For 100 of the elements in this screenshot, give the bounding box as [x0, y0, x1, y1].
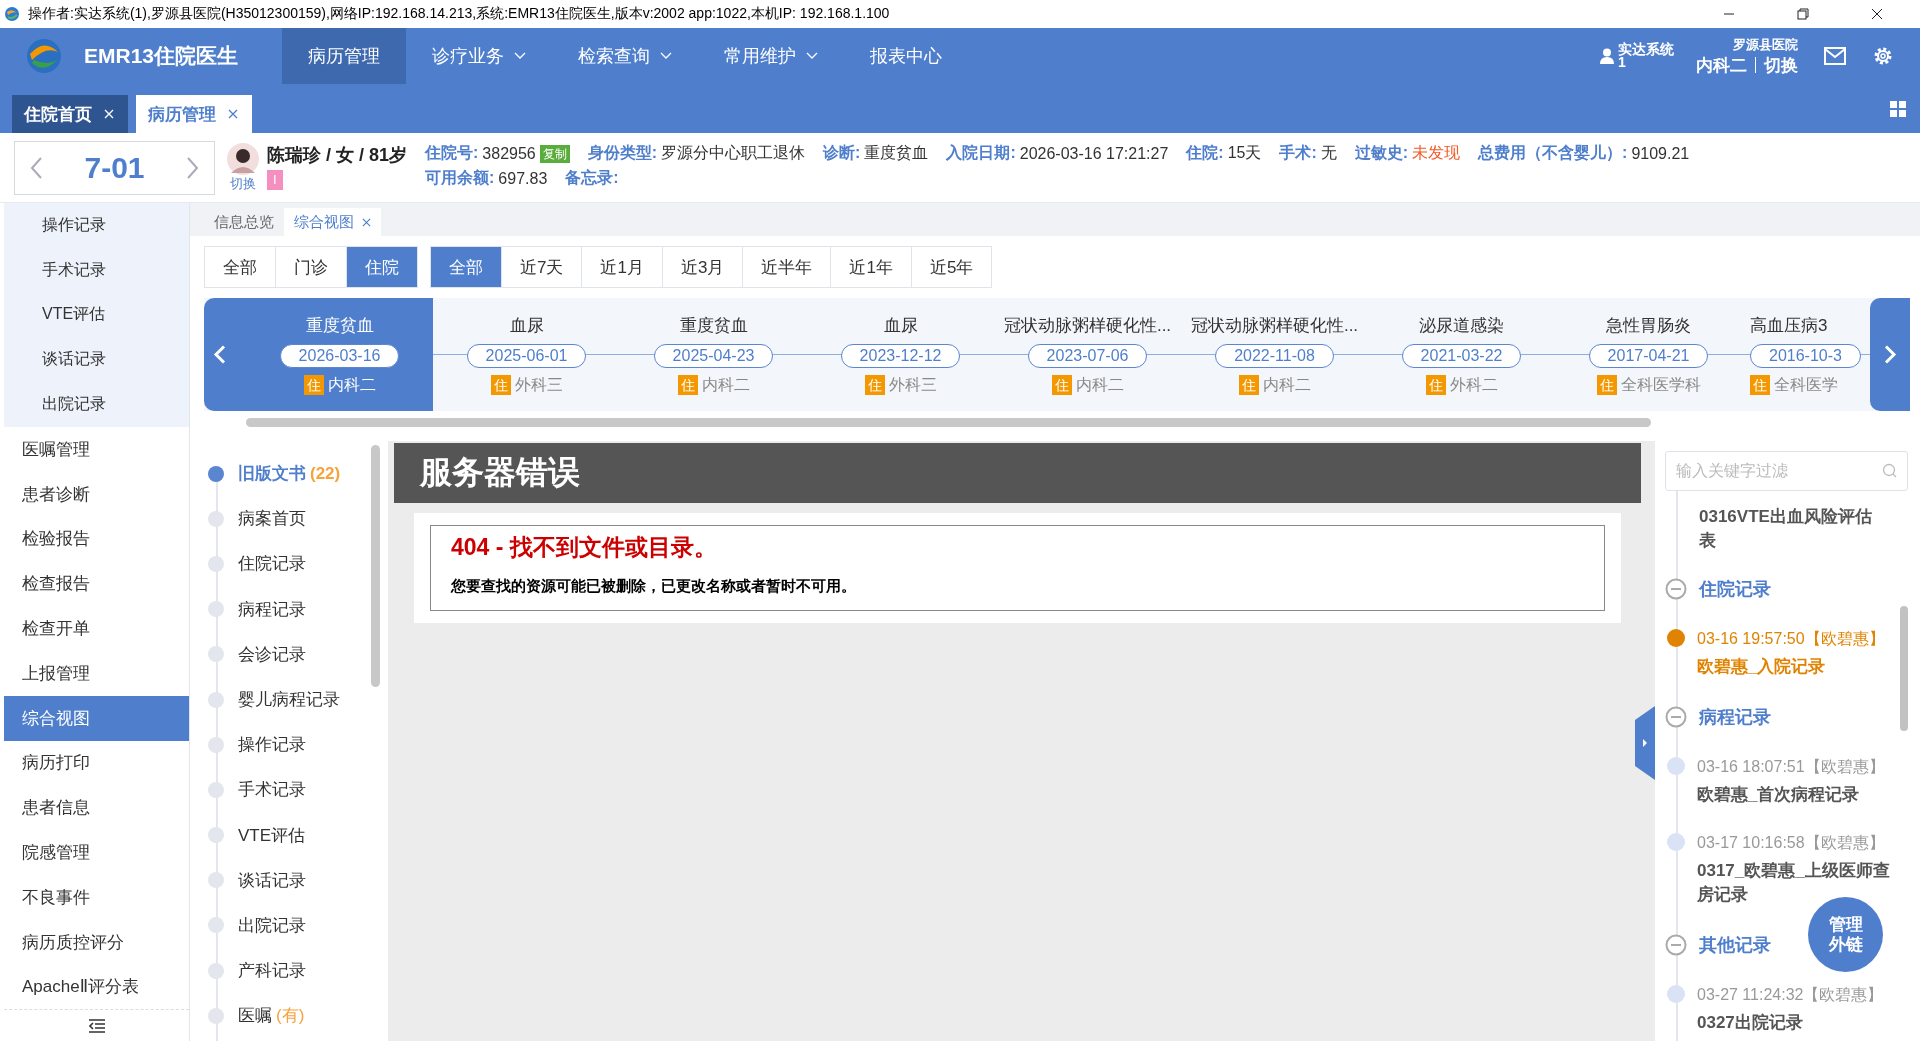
manage-links-button[interactable]: 管理外链: [1808, 897, 1883, 972]
record-title[interactable]: 0316VTE出血风险评估表: [1699, 505, 1879, 553]
collapse-arrow-icon[interactable]: [1635, 706, 1655, 780]
record-entry[interactable]: 03-27 11:24:32【欧碧惠】 0327出院记录: [1697, 983, 1897, 1035]
search-icon[interactable]: [1882, 463, 1898, 479]
document-category[interactable]: 手术记录: [208, 767, 388, 813]
field-value: 无: [1320, 143, 1337, 163]
filter-button[interactable]: 近1月: [581, 247, 662, 287]
window-title: 操作者:实达系统(1),罗源县医院(H35012300159),网络IP:192.168.14.213,系统:EMR13住院医生,版本v:2002 app:1022,本机IP: 192.168.1.100: [28, 5, 890, 23]
visit-department: 外科三: [888, 374, 937, 395]
collapse-menu-icon[interactable]: [88, 1018, 105, 1033]
record-entry[interactable]: 03-16 18:07:51【欧碧惠】 欧碧惠_首次病程记录: [1697, 755, 1897, 807]
document-category[interactable]: 会诊记录: [208, 631, 388, 677]
grid-icon[interactable]: [1890, 101, 1906, 117]
document-category[interactable]: VTE评估: [208, 812, 388, 858]
document-category[interactable]: 住院记录: [208, 541, 388, 587]
chevron-right-icon[interactable]: [186, 155, 200, 180]
document-category[interactable]: 旧版文书 (22): [208, 451, 388, 497]
chevron-left-icon[interactable]: [29, 155, 43, 180]
filter-button[interactable]: 近1年: [830, 247, 911, 287]
document-category[interactable]: 产科记录: [208, 948, 388, 994]
scrollbar[interactable]: [246, 418, 1651, 427]
visit-diagnosis: 泌尿道感染: [1419, 314, 1504, 337]
close-icon[interactable]: [228, 109, 238, 119]
minus-circle-icon[interactable]: [1665, 706, 1687, 728]
nav-menu-item[interactable]: 诊疗业务: [406, 28, 553, 84]
filter-button[interactable]: 全部: [205, 247, 275, 287]
visit-card[interactable]: 重度贫血 2025-04-23 住 内科二: [620, 298, 807, 411]
nav-menu-item[interactable]: 检索查询: [552, 28, 699, 84]
visit-date: 2016-10-3: [1750, 343, 1861, 368]
visit-date: 2017-04-21: [1588, 343, 1709, 368]
minus-circle-icon[interactable]: [1665, 934, 1687, 956]
sidebar-item[interactable]: VTE评估: [4, 292, 189, 338]
visit-card[interactable]: 急性胃肠炎 2017-04-21 住 全科医学科: [1555, 298, 1742, 411]
visit-card[interactable]: 冠状动脉粥样硬化性... 2022-11-08 住 内科二: [1181, 298, 1368, 411]
patient-tag: I: [267, 170, 283, 190]
field-value: 罗源分中心职工退休: [661, 143, 806, 163]
sub-tab[interactable]: 信息总览: [204, 208, 284, 236]
record-group-title[interactable]: 住院记录: [1699, 577, 1771, 601]
visit-card[interactable]: 血尿 2023-12-12 住 外科三: [807, 298, 994, 411]
filter-button[interactable]: 近半年: [742, 247, 831, 287]
sidebar-item[interactable]: 手术记录: [4, 247, 189, 293]
document-category[interactable]: 病程记录: [208, 586, 388, 632]
visit-diagnosis: 重度贫血: [679, 314, 748, 337]
visit-type-badge: 住: [1238, 375, 1259, 395]
visit-card[interactable]: 血尿 2025-06-01 住 外科三: [433, 298, 620, 411]
nav-menu-item[interactable]: 报表中心: [844, 28, 969, 84]
visit-type-badge: 住: [303, 375, 324, 395]
record-group-title[interactable]: 病程记录: [1699, 705, 1771, 729]
field-label: 诊断:: [823, 143, 861, 163]
filter-button[interactable]: 住院: [346, 247, 417, 287]
visit-department: 内科二: [701, 374, 750, 395]
scrollbar[interactable]: [371, 445, 380, 687]
search-field[interactable]: 输入关键字过滤: [1665, 451, 1908, 491]
filter-button[interactable]: 近3月: [661, 247, 743, 287]
document-category[interactable]: 谈话记录: [208, 857, 388, 903]
department-name: 内科二: [1696, 54, 1747, 77]
scrollbar[interactable]: [1900, 606, 1908, 731]
visit-card[interactable]: 重度贫血 2026-03-16 住 内科二: [246, 298, 433, 411]
error-title: 404 - 找不到文件或目录。: [451, 533, 718, 562]
nav-menu-item[interactable]: 常用维护: [698, 28, 845, 84]
visit-diagnosis: 血尿: [883, 314, 918, 337]
nav-menu-item[interactable]: 病历管理: [282, 28, 407, 84]
visit-date: 2025-04-23: [653, 343, 774, 368]
visit-type-badge: 住: [490, 375, 511, 395]
sub-tab[interactable]: 综合视图: [284, 208, 381, 236]
visit-card[interactable]: 冠状动脉粥样硬化性... 2023-07-06 住 内科二: [994, 298, 1181, 411]
visit-card[interactable]: 泌尿道感染 2021-03-22 住 外科二: [1368, 298, 1555, 411]
filter-button[interactable]: 近7天: [501, 247, 582, 287]
sidebar-item[interactable]: 出院记录: [4, 382, 189, 427]
filter-button[interactable]: 全部: [431, 247, 501, 287]
chevron-left-icon[interactable]: [204, 298, 246, 411]
visit-date: 2021-03-22: [1401, 343, 1522, 368]
page-tab[interactable]: 病历管理: [136, 95, 252, 133]
document-category[interactable]: 婴儿病程记录: [208, 676, 388, 723]
document-category[interactable]: 出院记录: [208, 902, 388, 949]
settings-icon[interactable]: [1872, 45, 1894, 67]
document-category[interactable]: 操作记录: [208, 722, 388, 768]
field-value: 382956: [482, 144, 536, 163]
mail-icon[interactable]: [1824, 47, 1846, 65]
bed-selector[interactable]: 7-01: [14, 140, 215, 195]
close-icon[interactable]: [362, 217, 371, 227]
record-group-title[interactable]: 其他记录: [1699, 933, 1771, 957]
visit-date: 2023-07-06: [1027, 343, 1148, 368]
user-icon: [1600, 48, 1614, 64]
filter-button[interactable]: 近5年: [910, 247, 992, 287]
switch-link[interactable]: 切换: [230, 174, 256, 193]
visit-diagnosis: 重度贫血: [305, 314, 374, 337]
visit-diagnosis: 血尿: [509, 314, 544, 337]
page-tab[interactable]: 住院首页: [12, 95, 128, 133]
document-category[interactable]: 病案首页: [208, 496, 388, 542]
sidebar-item[interactable]: 操作记录: [4, 203, 189, 248]
sidebar-item[interactable]: 谈话记录: [4, 337, 189, 383]
sidebar-item[interactable]: 综合视图: [4, 695, 189, 741]
hospital-name: 罗源县医院: [1733, 35, 1798, 54]
document-category[interactable]: 医嘱 (有): [208, 993, 388, 1039]
chevron-right-icon[interactable]: [1870, 298, 1910, 411]
minus-circle-icon[interactable]: [1665, 578, 1687, 600]
field-value: 15天: [1227, 143, 1262, 163]
switch-link[interactable]: 切换: [1764, 53, 1798, 77]
